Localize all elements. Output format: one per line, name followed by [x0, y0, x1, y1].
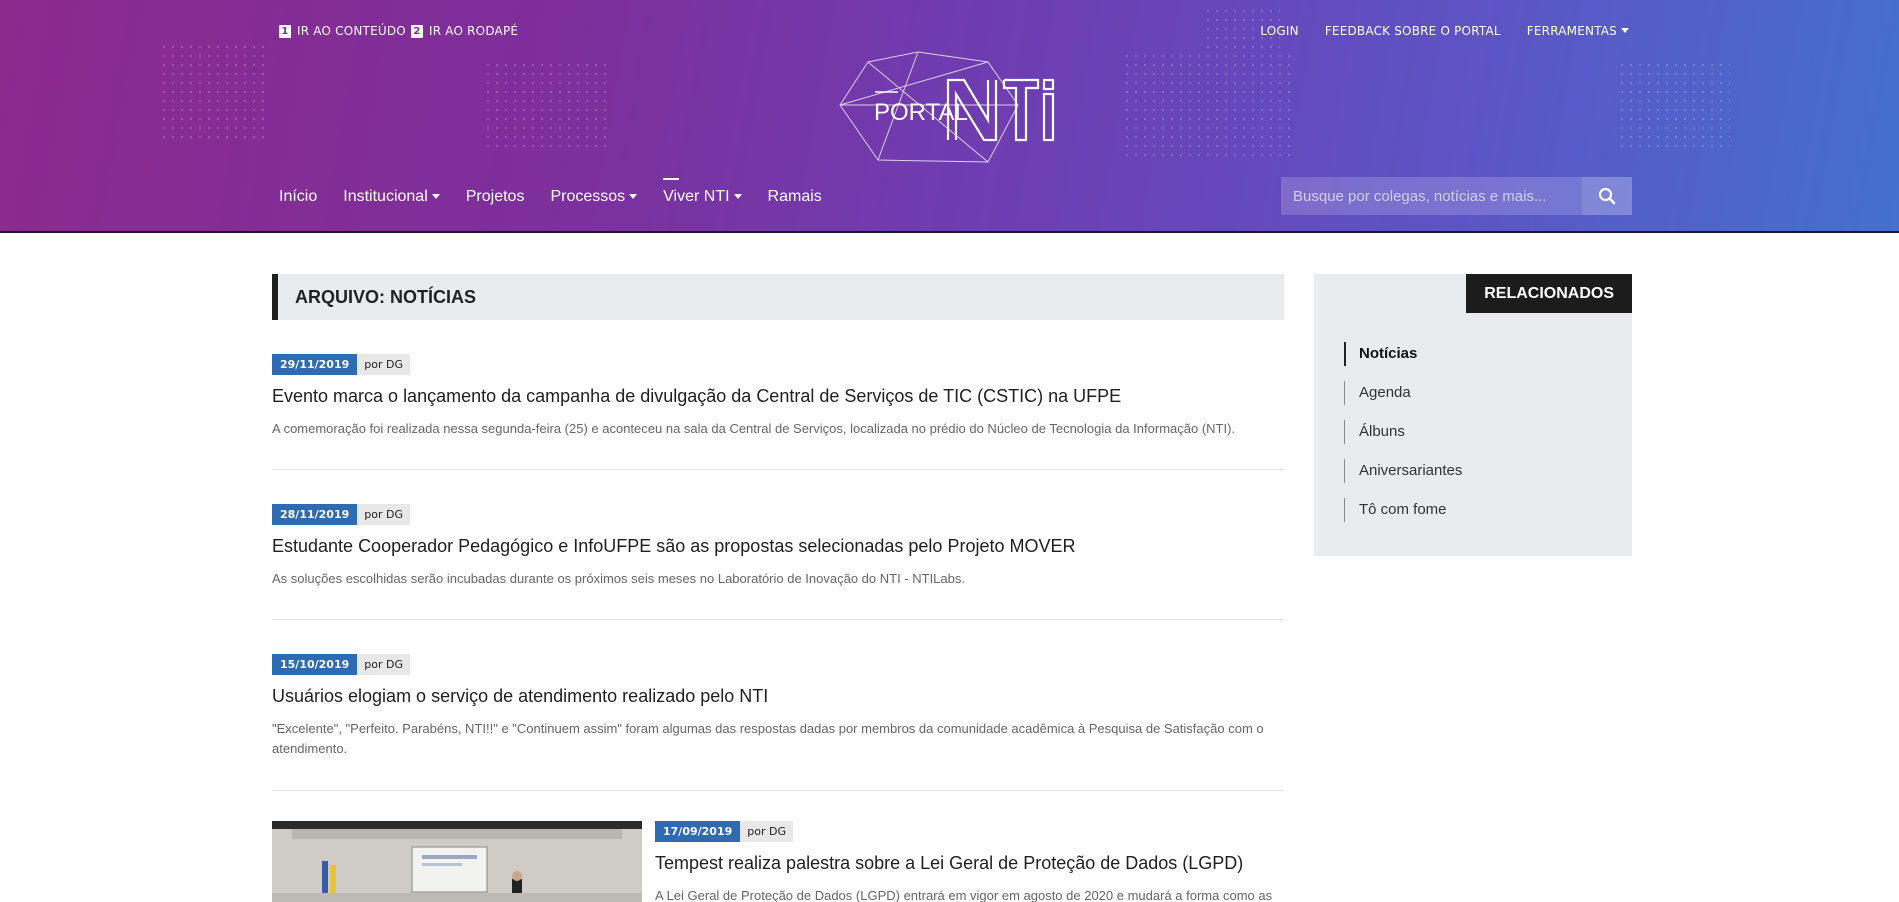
login-link[interactable]: LOGIN — [1260, 24, 1299, 38]
sidebar-item-agenda[interactable]: Agenda — [1344, 381, 1462, 405]
post-meta: 15/10/2019 por DG — [272, 654, 1284, 675]
top-links: LOGIN FEEDBACK SOBRE O PORTAL FERRAMENTA… — [1260, 24, 1629, 38]
site-header: 1 IR AO CONTEÚDO 2 IR AO RODAPÉ LOGIN FE… — [0, 0, 1899, 233]
nav-item-ramais[interactable]: Ramais — [768, 188, 822, 206]
sidebar-list: Notícias Agenda Álbuns Aniversariantes T… — [1344, 342, 1462, 537]
main-nav: Início Institucional Projetos Processos … — [279, 178, 822, 206]
nav-item-inicio[interactable]: Início — [279, 188, 317, 206]
caret-down-icon — [431, 194, 440, 199]
nav-item-projetos[interactable]: Projetos — [466, 188, 525, 206]
caret-down-icon — [733, 194, 742, 199]
nav-item-institucional[interactable]: Institucional — [343, 188, 440, 206]
news-item: 17/09/2019 por DG Tempest realiza palest… — [655, 821, 1284, 902]
skip-to-footer-link[interactable]: 2 IR AO RODAPÉ — [411, 24, 518, 38]
post-meta: 29/11/2019 por DG — [272, 354, 1284, 375]
related-sidebar: RELACIONADOS Notícias Agenda Álbuns Aniv… — [1314, 274, 1632, 556]
nav-item-processos[interactable]: Processos — [550, 188, 638, 206]
nav-item-viver-nti[interactable]: Viver NTI — [663, 178, 742, 206]
post-thumbnail[interactable] — [272, 821, 642, 902]
post-title-link[interactable]: Usuários elogiam o serviço de atendiment… — [272, 685, 1284, 707]
nav-label: Processos — [550, 188, 626, 205]
sidebar-item-to-com-fome[interactable]: Tô com fome — [1344, 498, 1462, 522]
news-item: 15/10/2019 por DG Usuários elogiam o ser… — [272, 654, 1284, 791]
post-title-link[interactable]: Evento marca o lançamento da campanha de… — [272, 385, 1284, 407]
sidebar-item-albuns[interactable]: Álbuns — [1344, 420, 1462, 444]
skip-number: 1 — [279, 24, 291, 38]
search-input[interactable] — [1281, 177, 1582, 215]
post-meta: 28/11/2019 por DG — [272, 504, 1284, 525]
post-meta: 17/09/2019 por DG — [655, 821, 1284, 842]
post-excerpt: A comemoração foi realizada nessa segund… — [272, 421, 1236, 436]
skip-number: 2 — [411, 24, 423, 38]
post-date: 15/10/2019 — [272, 654, 358, 675]
post-author[interactable]: por DG — [740, 821, 793, 842]
caret-down-icon — [1621, 28, 1629, 33]
skip-label: IR AO CONTEÚDO — [297, 24, 406, 38]
lecture-room-photo — [272, 821, 642, 902]
post-author[interactable]: por DG — [357, 354, 410, 375]
post-date: 28/11/2019 — [272, 504, 358, 525]
nav-label: Viver NTI — [663, 188, 730, 205]
news-item: 29/11/2019 por DG Evento marca o lançame… — [272, 354, 1284, 470]
news-item: 28/11/2019 por DG Estudante Cooperador P… — [272, 504, 1284, 620]
sidebar-title: RELACIONADOS — [1466, 274, 1632, 313]
portal-nti-logo[interactable]: PORTAL — [838, 50, 1068, 170]
post-author[interactable]: por DG — [357, 504, 410, 525]
search-button[interactable] — [1582, 177, 1632, 215]
skip-label: IR AO RODAPÉ — [429, 24, 519, 38]
sidebar-item-noticias[interactable]: Notícias — [1344, 342, 1462, 366]
feedback-link[interactable]: FEEDBACK SOBRE O PORTAL — [1325, 24, 1501, 38]
caret-down-icon — [629, 194, 638, 199]
tools-label: FERRAMENTAS — [1526, 24, 1617, 38]
logo-portal-text: PORTAL — [874, 99, 968, 126]
post-excerpt: "Excelente", "Perfeito. Parabéns, NTI!!"… — [272, 721, 1264, 756]
post-title-link[interactable]: Tempest realiza palestra sobre a Lei Ger… — [655, 852, 1284, 874]
post-date: 29/11/2019 — [272, 354, 358, 375]
post-author[interactable]: por DG — [357, 654, 410, 675]
post-excerpt: A Lei Geral de Proteção de Dados (LGPD) … — [655, 888, 1273, 902]
skip-to-content-link[interactable]: 1 IR AO CONTEÚDO — [279, 24, 406, 38]
search-icon — [1598, 187, 1616, 205]
search-bar — [1281, 177, 1632, 215]
sidebar-item-aniversariantes[interactable]: Aniversariantes — [1344, 459, 1462, 483]
post-date: 17/09/2019 — [655, 821, 741, 842]
nav-label: Institucional — [343, 188, 428, 205]
post-title-link[interactable]: Estudante Cooperador Pedagógico e InfoUF… — [272, 535, 1284, 557]
tools-dropdown[interactable]: FERRAMENTAS — [1527, 24, 1629, 38]
post-excerpt: As soluções escolhidas serão incubadas d… — [272, 571, 965, 586]
archive-title: ARQUIVO: NOTÍCIAS — [272, 274, 1284, 320]
